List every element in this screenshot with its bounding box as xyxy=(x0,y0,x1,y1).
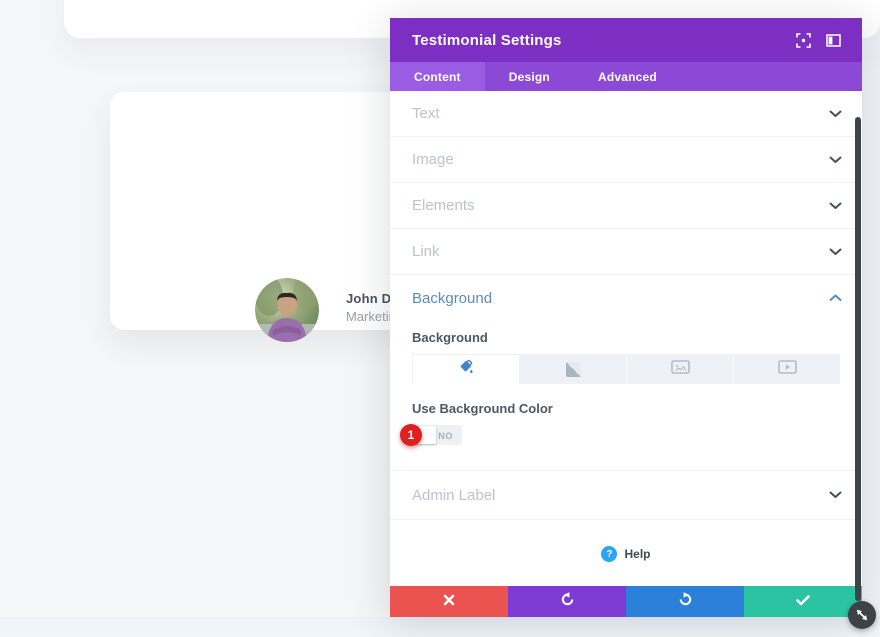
accordion-label: Background xyxy=(412,290,492,307)
visual-builder-page: John Doe Marketing Director, ABZ Testimo… xyxy=(0,0,880,637)
toggle-state-label: NO xyxy=(438,431,453,441)
background-section-content: Background xyxy=(390,330,862,470)
question-mark-icon: ? xyxy=(601,546,617,562)
background-type-color[interactable] xyxy=(412,354,520,384)
background-type-gradient[interactable] xyxy=(520,354,627,384)
testimonial-avatar xyxy=(255,278,319,342)
background-type-tabs xyxy=(412,354,840,384)
modal-scrollbar-thumb[interactable] xyxy=(855,117,861,601)
accordion-label: Admin Label xyxy=(412,487,495,504)
accordion-label: Link xyxy=(412,243,440,260)
use-background-color-toggle-wrap: 1 NO xyxy=(412,425,462,445)
background-field-label: Background xyxy=(412,330,840,345)
spacer xyxy=(412,445,840,470)
discard-button[interactable] xyxy=(390,586,508,617)
image-icon xyxy=(671,360,690,379)
chevron-down-icon xyxy=(829,243,842,261)
help-label: Help xyxy=(624,547,650,561)
video-icon xyxy=(778,360,797,379)
background-type-video[interactable] xyxy=(734,354,840,384)
checkmark-icon xyxy=(796,593,810,611)
accordion-image[interactable]: Image xyxy=(390,137,862,183)
accordion-elements[interactable]: Elements xyxy=(390,183,862,229)
tab-design[interactable]: Design xyxy=(485,62,574,91)
tab-advanced[interactable]: Advanced xyxy=(574,62,681,91)
accordion-label: Image xyxy=(412,151,454,168)
help-link[interactable]: ? Help xyxy=(390,520,862,586)
chevron-down-icon xyxy=(829,105,842,123)
chevron-down-icon xyxy=(829,197,842,215)
close-x-icon xyxy=(443,593,455,611)
tab-content[interactable]: Content xyxy=(390,62,485,91)
accordion-label: Elements xyxy=(412,197,475,214)
background-type-image[interactable] xyxy=(627,354,734,384)
focus-crosshair-icon[interactable] xyxy=(788,25,818,55)
save-button[interactable] xyxy=(744,586,862,617)
redo-button[interactable] xyxy=(626,586,744,617)
chevron-down-icon xyxy=(829,151,842,169)
change-count-badge: 1 xyxy=(400,424,422,446)
chevron-down-icon xyxy=(829,486,842,504)
accordion-link[interactable]: Link xyxy=(390,229,862,275)
modal-header: Testimonial Settings xyxy=(390,18,862,62)
diagonal-resize-icon[interactable] xyxy=(848,601,876,629)
accordion-text[interactable]: Text xyxy=(390,91,862,137)
undo-arrow-icon xyxy=(560,592,575,612)
redo-arrow-icon xyxy=(678,592,693,612)
accordion-background[interactable]: Background xyxy=(390,275,862,321)
modal-tab-bar: Content Design Advanced xyxy=(390,62,862,91)
accordion-admin-label[interactable]: Admin Label xyxy=(390,470,862,520)
modal-footer xyxy=(390,586,862,617)
accordion-label: Text xyxy=(412,105,440,122)
chevron-up-icon xyxy=(829,289,842,307)
use-background-color-label: Use Background Color xyxy=(412,401,840,416)
modal-title: Testimonial Settings xyxy=(412,32,788,49)
page-right-gutter xyxy=(862,0,880,637)
dock-panel-icon[interactable] xyxy=(818,25,848,55)
undo-button[interactable] xyxy=(508,586,626,617)
testimonial-settings-modal: Testimonial Settings Content Des xyxy=(390,18,862,617)
modal-body: Text Image Elements Link xyxy=(390,91,862,586)
gradient-icon xyxy=(566,362,581,377)
page-bottom-gutter xyxy=(0,617,880,637)
paint-bucket-icon xyxy=(458,359,475,381)
